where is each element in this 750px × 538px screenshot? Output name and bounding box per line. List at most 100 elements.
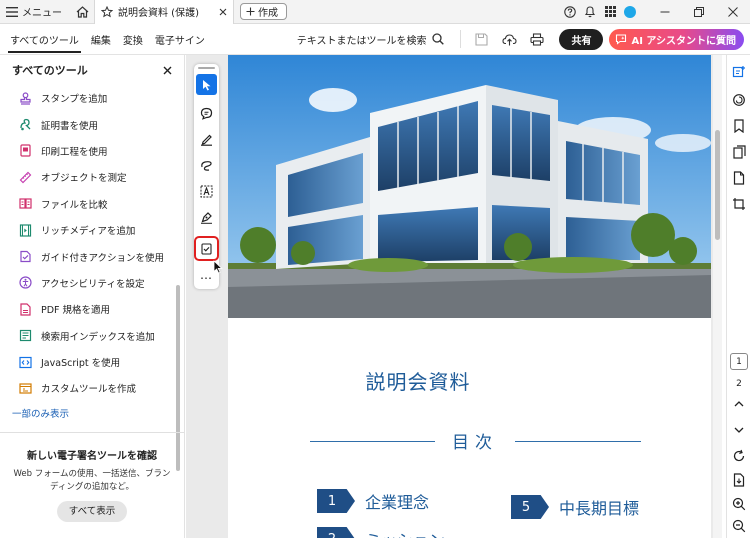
- tool-item-custom-tool[interactable]: カスタムツールを作成: [0, 375, 184, 401]
- tool-item-label: オブジェクトを測定: [41, 173, 127, 185]
- rotate-icon: [732, 449, 746, 463]
- page-down-button[interactable]: [730, 421, 748, 439]
- document-tab-title: 説明会資料 (保護): [118, 8, 199, 19]
- hamburger-icon: [6, 6, 18, 17]
- rotate-button[interactable]: [730, 447, 748, 465]
- search-tools[interactable]: テキストまたはツールを検索: [297, 32, 455, 47]
- pdf-standard-icon: [19, 303, 32, 316]
- bell-icon: [584, 5, 596, 18]
- sign-tool-button[interactable]: [196, 207, 217, 228]
- tab-all-tools[interactable]: すべてのツール: [4, 24, 85, 55]
- tool-item-rich-media[interactable]: リッチメディアを追加: [0, 217, 184, 243]
- tool-item-use-certificate[interactable]: 証明書を使用: [0, 111, 184, 137]
- tool-item-print-production[interactable]: 印刷工程を使用: [0, 138, 184, 164]
- comment-icon: [200, 107, 213, 120]
- save-icon: [475, 32, 488, 46]
- apps-button[interactable]: [600, 0, 620, 24]
- index-icon: [19, 329, 32, 342]
- print-production-icon: [19, 144, 32, 158]
- cursor-arrow-icon: [202, 79, 212, 91]
- toc-heading: 目次: [452, 433, 498, 453]
- close-tab-icon[interactable]: [219, 8, 227, 16]
- ai-rail-button[interactable]: [730, 91, 748, 109]
- checkbox-document-icon: [201, 242, 212, 255]
- tool-item-pdf-standards[interactable]: PDF 規格を適用: [0, 296, 184, 322]
- help-icon: [564, 5, 576, 18]
- promo-desc-line-2: ディングの追加など。: [50, 482, 134, 492]
- attachments-rail-button[interactable]: [730, 169, 748, 187]
- document-tab[interactable]: 説明会資料 (保護): [94, 0, 234, 24]
- text-box-tool-button[interactable]: [196, 181, 217, 202]
- restore-button[interactable]: [682, 0, 716, 24]
- toc-entry: 2 ミッション: [317, 527, 445, 538]
- draw-tool-button[interactable]: [196, 155, 217, 176]
- create-label: 作成: [258, 8, 278, 19]
- save-button[interactable]: [467, 24, 495, 55]
- help-button[interactable]: [560, 0, 580, 24]
- share-button[interactable]: 共有: [559, 28, 604, 50]
- tool-item-label: 証明書を使用: [41, 120, 99, 132]
- certificate-icon: [19, 118, 32, 131]
- avatar[interactable]: [624, 5, 636, 18]
- tool-item-add-stamp[interactable]: スタンプを追加: [0, 85, 184, 111]
- minimize-button[interactable]: [648, 0, 682, 24]
- select-tool-button[interactable]: [196, 74, 217, 95]
- close-panel-icon[interactable]: [163, 66, 172, 75]
- document-scrollbar-thumb[interactable]: [715, 130, 720, 240]
- tools-rail-button[interactable]: [730, 195, 748, 213]
- ai-assistant-button[interactable]: AI アシスタントに質問: [609, 28, 744, 50]
- tool-item-search-index[interactable]: 検索用インデックスを追加: [0, 323, 184, 349]
- tool-item-compare-files[interactable]: ファイルを比較: [0, 191, 184, 217]
- tool-item-label: PDF 規格を適用: [41, 305, 111, 317]
- zoom-in-button[interactable]: [730, 495, 748, 513]
- toc-entry-label: ミッション: [365, 527, 445, 538]
- toc-entry-label: 中長期目標: [559, 499, 640, 518]
- close-window-button[interactable]: [716, 0, 750, 24]
- show-all-button[interactable]: すべて表示: [56, 501, 128, 522]
- document-scrollbar[interactable]: [713, 55, 722, 538]
- page-number-2[interactable]: 2: [730, 375, 748, 392]
- tool-item-accessibility[interactable]: アクセシビリティを設定: [0, 270, 184, 296]
- pages-rail-button[interactable]: [730, 143, 748, 161]
- promo-title: 新しい電子署名ツールを確認: [27, 451, 157, 462]
- tool-list: スタンプを追加 証明書を使用 印刷工程を使用 オブジェクトを測定 ファイルを比較…: [0, 85, 184, 402]
- tool-item-javascript[interactable]: JavaScript を使用: [0, 349, 184, 375]
- add-comment-rail-button[interactable]: [730, 63, 748, 81]
- tab-esign[interactable]: 電子サイン: [149, 24, 211, 55]
- accessibility-icon: [19, 276, 32, 290]
- tool-item-guided-actions[interactable]: ガイド付きアクションを使用: [0, 243, 184, 269]
- page-number-1[interactable]: 1: [730, 353, 748, 370]
- tab-edit[interactable]: 編集: [85, 24, 117, 55]
- comment-tool-button[interactable]: [196, 103, 217, 124]
- bookmark-icon: [733, 119, 745, 133]
- home-button[interactable]: [70, 0, 94, 24]
- page-up-button[interactable]: [730, 395, 748, 413]
- tool-item-measure[interactable]: オブジェクトを測定: [0, 164, 184, 190]
- star-icon[interactable]: [101, 5, 113, 18]
- upload-button[interactable]: [495, 24, 523, 55]
- panel-title: すべてのツール: [12, 64, 88, 77]
- create-button[interactable]: 作成: [240, 3, 287, 20]
- print-button[interactable]: [523, 24, 551, 55]
- show-less-link[interactable]: 一部のみ表示: [0, 402, 184, 420]
- promo-desc-line-1: Web フォームの使用、一括送信、ブラン: [13, 469, 171, 479]
- form-fill-tool-button[interactable]: [194, 236, 219, 261]
- compare-icon: [19, 197, 32, 210]
- tool-item-label: 印刷工程を使用: [41, 146, 108, 158]
- highlight-tool-button[interactable]: [196, 129, 217, 150]
- page-download-icon: [733, 473, 745, 487]
- page-display-button[interactable]: [730, 471, 748, 489]
- notifications-button[interactable]: [580, 0, 600, 24]
- bookmarks-rail-button[interactable]: [730, 117, 748, 135]
- zoom-out-button[interactable]: [730, 517, 748, 535]
- tool-item-label: アクセシビリティを設定: [41, 278, 145, 290]
- tool-item-label: リッチメディアを追加: [41, 226, 136, 238]
- minimize-icon: [660, 7, 670, 17]
- drag-handle[interactable]: [198, 67, 215, 69]
- pen-icon: [200, 133, 213, 146]
- zoom-in-icon: [732, 497, 746, 511]
- tab-convert[interactable]: 変換: [117, 24, 149, 55]
- menu-button[interactable]: メニュー: [0, 0, 70, 24]
- building-photo: [228, 55, 711, 318]
- esign-promo: 新しい電子署名ツールを確認 Web フォームの使用、一括送信、ブラン ディングの…: [0, 432, 184, 538]
